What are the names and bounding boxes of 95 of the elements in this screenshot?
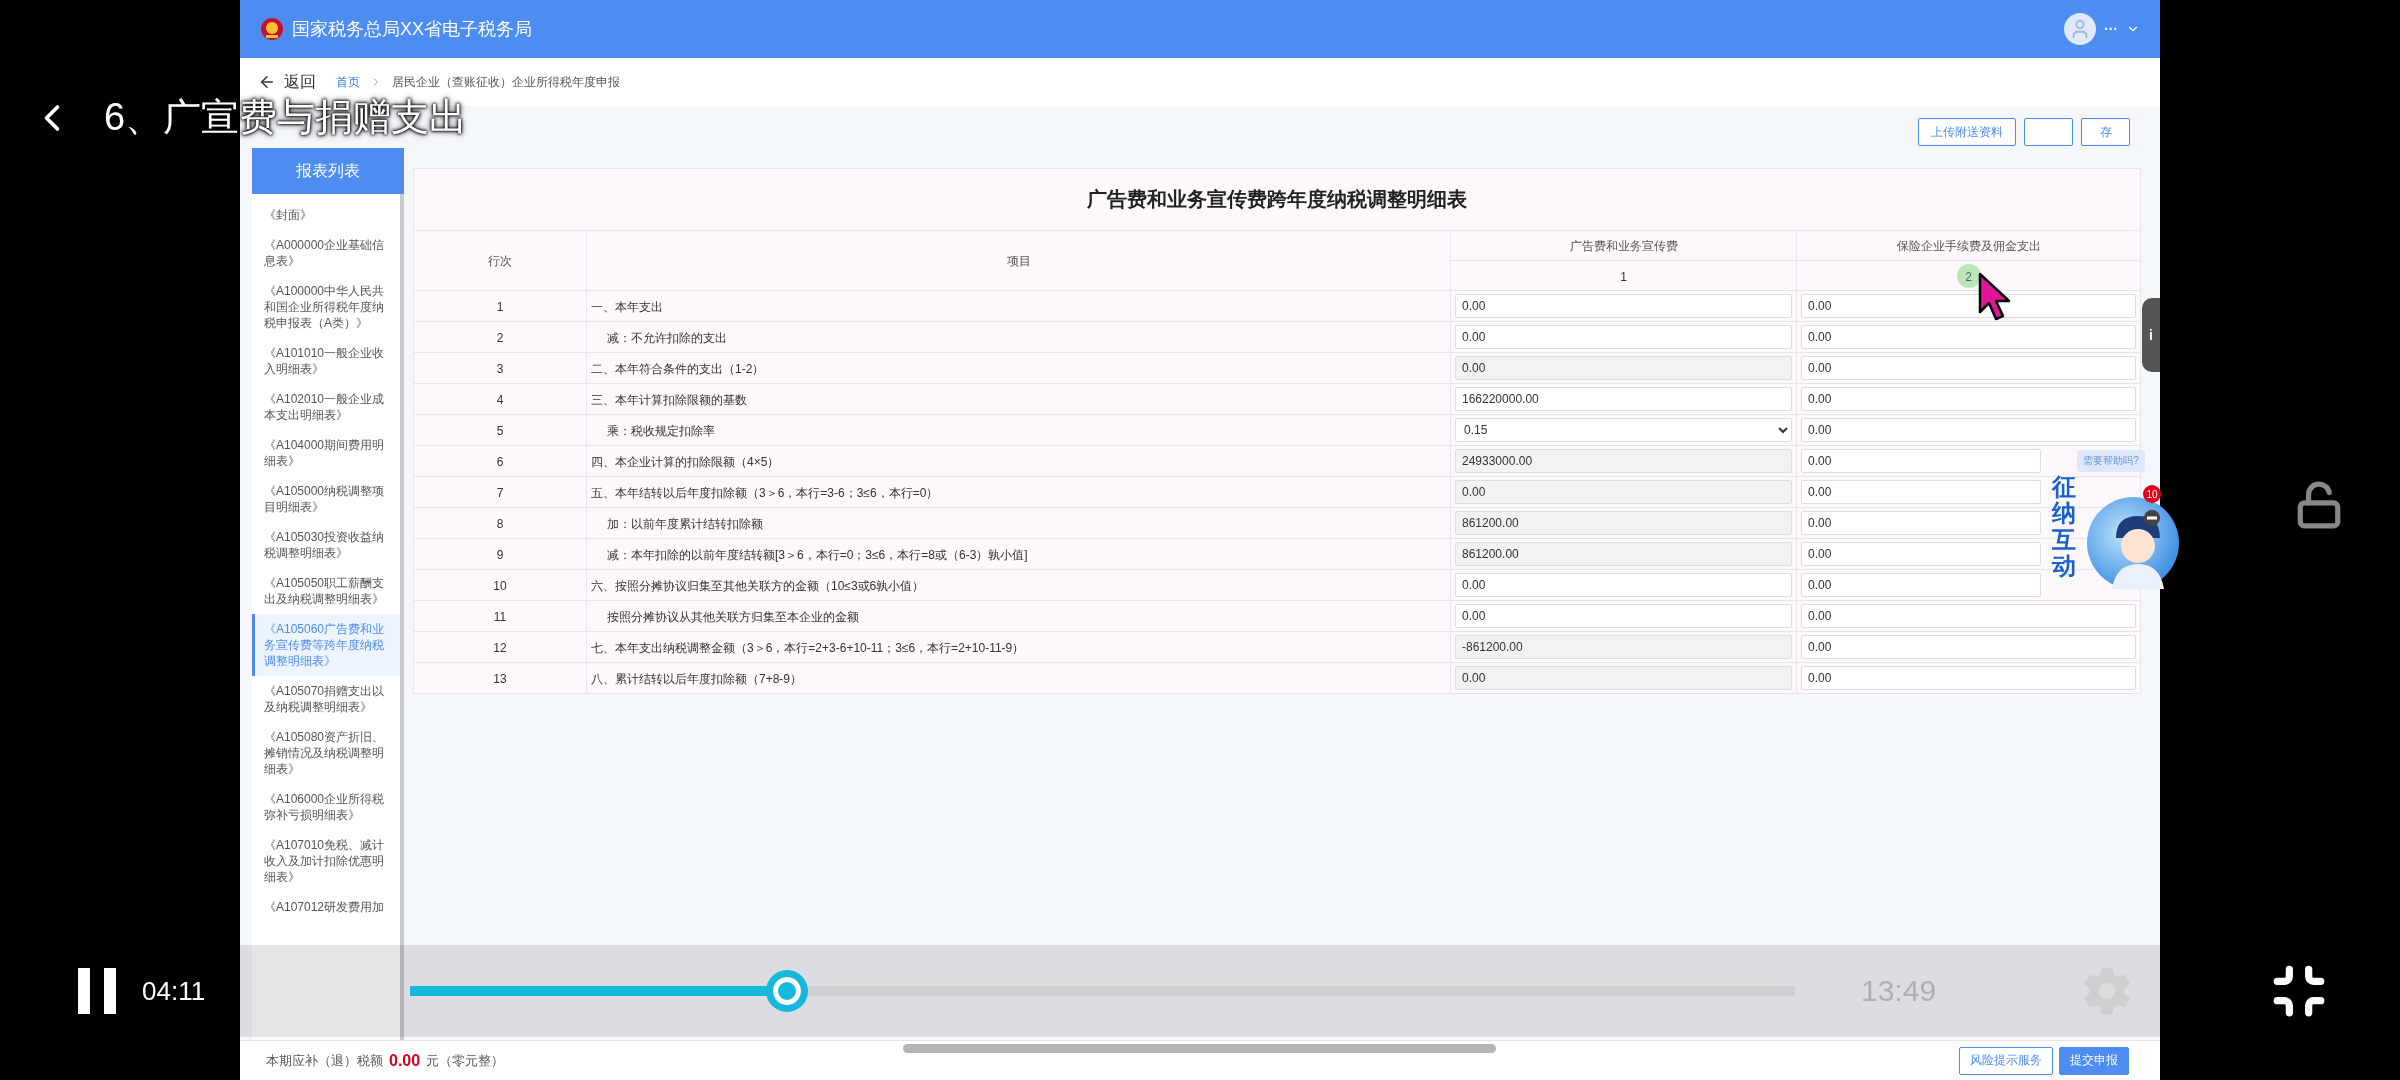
input-field[interactable]: 0.00 — [1455, 294, 1792, 318]
row-label: 减：不允许扣除的支出 — [607, 330, 727, 345]
column-number: 1 — [1620, 269, 1627, 284]
row-label: 减：本年扣除的以前年度结转额[3＞6，本行=0；3≤6，本行=8或（6-3）孰小值] — [607, 547, 1028, 562]
sidebar-item[interactable]: 《A000000企业基础信息表》 — [252, 230, 400, 276]
row-number: 13 — [493, 672, 507, 686]
sidebar-item[interactable]: 《A105050职工薪酬支出及纳税调整明细表》 — [252, 568, 400, 614]
input-field[interactable]: 166220000.00 — [1455, 387, 1792, 411]
back-button[interactable]: 返回 — [258, 71, 316, 93]
emblem-icon — [260, 17, 284, 41]
column-header: 行次 — [488, 254, 512, 268]
row-number: 1 — [496, 300, 504, 314]
tax-label: 本期应补（退）税额 — [266, 1051, 383, 1070]
input-field[interactable]: 0.00 — [1801, 573, 2041, 597]
sidebar-item[interactable]: 《A105000纳税调整项目明细表》 — [252, 476, 400, 522]
breadcrumb-link[interactable]: 首页 — [336, 73, 360, 91]
row-label: 加：以前年度累计结转扣除额 — [607, 516, 763, 531]
tax-amount: 0.00 — [389, 1051, 421, 1070]
pause-button[interactable] — [76, 966, 118, 1016]
input-field[interactable]: 0.00 — [1801, 418, 2136, 442]
input-field[interactable]: 0.00 — [1801, 635, 2136, 659]
row-number: 5 — [496, 424, 504, 438]
toolbar-button[interactable] — [2024, 118, 2073, 146]
rate-dropdown[interactable]: 0.15 — [1455, 418, 1792, 442]
row-number: 11 — [493, 610, 507, 624]
input-field[interactable]: 0.00 — [1801, 480, 2041, 504]
readonly-field[interactable]: -861200.00 — [1455, 635, 1792, 659]
sidebar-item[interactable]: 《A107010免税、减计收入及加计扣除优惠明细表》 — [252, 830, 400, 892]
row-number: 3 — [496, 362, 504, 376]
readonly-field[interactable]: 0.00 — [1455, 480, 1792, 504]
amount-note: 元（零元整） — [426, 1051, 505, 1070]
row-label: 四、本企业计算的扣除限额（4×5） — [591, 454, 780, 469]
row-label: 六、按照分摊协议归集至其他关联方的金额（10≤3或6孰小值） — [591, 578, 925, 593]
minus-icon — [2147, 516, 2157, 520]
row-number: 2 — [496, 331, 504, 345]
sidebar-item[interactable]: 《A100000中华人民共和国企业所得税年度纳税申报表（A类）》 — [252, 276, 400, 338]
row-label: 七、本年支出纳税调整金额（3＞6，本行=2+3-6+10-11；3≤6，本行=2+10-11-9） — [591, 640, 1025, 655]
column-header: 项目 — [1006, 254, 1031, 268]
row-label: 一、本年支出 — [591, 299, 663, 314]
input-field[interactable]: 0.00 — [1455, 325, 1792, 349]
sidebar-item[interactable]: 《封面》 — [252, 200, 400, 230]
column-header: 广告费和业务宣传费 — [1569, 239, 1678, 253]
sidebar-item[interactable]: 《A105030投资收益纳税调整明细表》 — [252, 522, 400, 568]
toolbar-button[interactable]: 存 — [2081, 118, 2130, 146]
sidebar-item[interactable]: 《A106000企业所得税弥补亏损明细表》 — [252, 784, 400, 830]
input-field[interactable]: 0.00 — [1801, 449, 2041, 473]
assistant-name: 征纳互动 — [2052, 474, 2076, 580]
row-label: 二、本年符合条件的支出（1-2） — [591, 361, 765, 376]
click-highlight — [1957, 264, 1981, 288]
service-button[interactable]: 风险提示服务 — [1959, 1046, 2053, 1075]
input-field[interactable]: 0.00 — [1455, 573, 1792, 597]
sidebar-item[interactable]: 《A101010一般企业收入明细表》 — [252, 338, 400, 384]
row-label: 三、本年计算扣除限额的基数 — [591, 392, 747, 407]
row-number: 6 — [496, 455, 504, 469]
row-number: 12 — [493, 641, 507, 655]
avatar-icon — [2064, 13, 2096, 45]
row-number: 7 — [496, 486, 504, 500]
row-label: 五、本年结转以后年度扣除额（3＞6，本行=3-6；3≤6，本行=0） — [591, 485, 939, 500]
readonly-field[interactable]: 24933000.00 — [1455, 449, 1792, 473]
readonly-field[interactable]: 0.00 — [1455, 666, 1792, 690]
input-field[interactable]: 0.00 — [1801, 387, 2136, 411]
row-label: 乘：税收规定扣除率 — [607, 423, 715, 438]
row-label: 八、累计结转以后年度扣除额（7+8-9） — [591, 671, 803, 686]
toolbar-button[interactable]: 上传附送资料 — [1918, 118, 2016, 146]
readonly-field[interactable]: 861200.00 — [1455, 511, 1792, 535]
row-number: 10 — [493, 579, 507, 593]
sidebar-item[interactable]: 《A105080资产折旧、摊销情况及纳税调整明细表》 — [252, 722, 400, 784]
input-field[interactable]: 0.00 — [1455, 604, 1792, 628]
input-field[interactable]: 0.00 — [1801, 356, 2136, 380]
row-number: 8 — [496, 517, 504, 531]
sidebar-item[interactable]: 《A105070捐赠支出以及纳税调整明细表》 — [252, 676, 400, 722]
input-field[interactable]: 0.00 — [1801, 542, 2041, 566]
readonly-field[interactable]: 0.00 — [1455, 356, 1792, 380]
sidebar-item[interactable]: 《A104000期间费用明细表》 — [252, 430, 400, 476]
elapsed-time: 04:11 — [142, 975, 207, 1007]
progress-track[interactable] — [410, 986, 1795, 996]
input-field[interactable]: 0.00 — [1801, 294, 2136, 318]
info-tab[interactable]: i — [2142, 298, 2160, 372]
row-label: 按照分摊协议从其他关联方归集至本企业的金额 — [607, 609, 859, 624]
input-field[interactable]: 0.00 — [1801, 511, 2041, 535]
input-field[interactable]: 0.00 — [1801, 604, 2136, 628]
notification-badge: 10 — [2143, 485, 2161, 503]
row-number: 9 — [496, 548, 504, 562]
readonly-field[interactable]: 861200.00 — [1455, 542, 1792, 566]
page-path-text: 居民企业（查账征收）企业所得税年度申报 — [392, 73, 620, 91]
column-header: 保险企业手续费及佣金支出 — [1896, 239, 2041, 253]
form-title: 广告费和业务宣传费跨年度纳税调整明细表 — [1087, 188, 1467, 210]
mascot-drawing[interactable] — [2086, 496, 2180, 590]
site-title: 国家税务总局XX省电子税务局 — [292, 18, 532, 41]
sidebar-item[interactable]: 《A107012研发费用加 — [252, 892, 400, 922]
input-field[interactable]: 0.00 — [1801, 325, 2136, 349]
input-field[interactable]: 0.00 — [1801, 666, 2136, 690]
column-number: 2 — [1965, 269, 1972, 284]
sidebar-item[interactable]: 《A102010一般企业成本支出明细表》 — [252, 384, 400, 430]
row-number: 4 — [496, 393, 504, 407]
